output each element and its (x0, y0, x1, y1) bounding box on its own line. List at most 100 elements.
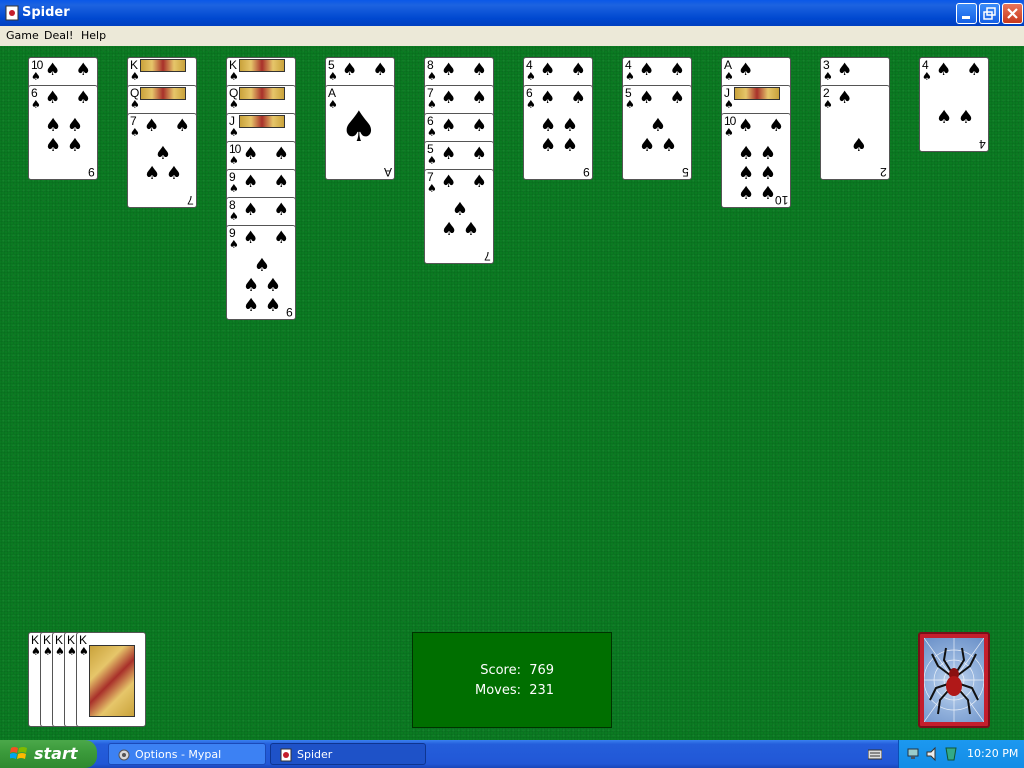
face-card-art (239, 59, 285, 72)
pip-row: ♠ ♠ (441, 144, 492, 164)
pip-row: ♠ ♠ (540, 60, 591, 80)
pip-row: ♠ (738, 60, 759, 80)
card-rank-bottom: 9 (583, 165, 590, 179)
close-button[interactable] (1002, 3, 1023, 24)
spade-icon: ♠ (526, 70, 536, 83)
menu-help[interactable]: Help (81, 29, 106, 42)
stock-deck[interactable] (918, 632, 990, 728)
spade-icon: ♠ (229, 182, 239, 195)
spade-icon: ♠ (625, 98, 635, 111)
spade-icon: ♠ (31, 70, 41, 83)
security-icon[interactable] (943, 746, 959, 762)
tableau-card[interactable]: 6 ♠ ♠ ♠ ♠ ♠ ♠ ♠ 9 (28, 85, 98, 180)
gear-icon (118, 749, 130, 761)
windows-logo-icon (10, 747, 27, 759)
taskbar: start Options - Mypal Spider 10:20 PM (0, 740, 1024, 768)
card-rank-bottom: 10 (774, 193, 788, 207)
spider-app-icon (5, 5, 19, 21)
pip-row: ♠ ♠ (243, 200, 294, 220)
card-pips: ♠ ♠ ♠ ♠ ♠ (243, 255, 281, 316)
pip-row: ♠ ♠ (243, 172, 294, 192)
task-spider[interactable]: Spider (270, 743, 426, 765)
window-title: Spider (22, 5, 70, 20)
task-label: Options - Mypal (135, 748, 222, 761)
tableau-card[interactable]: 7 ♠ ♠ ♠ ♠ ♠ ♠ 7 (127, 113, 197, 208)
spade-icon: ♠ (724, 126, 734, 139)
start-button[interactable]: start (0, 740, 97, 768)
network-icon[interactable] (907, 746, 923, 762)
spade-icon: ♠ (31, 98, 41, 111)
tableau-card[interactable]: 7 ♠ ♠ ♠ ♠ ♠ ♠ 7 (424, 169, 494, 264)
face-card-art (239, 87, 285, 100)
tableau-card[interactable]: 2 ♠ ♠ ♠ 2 (820, 85, 890, 180)
moves-value: 231 (529, 683, 555, 698)
title-bar[interactable]: Spider (0, 0, 1024, 26)
spade-icon: ♠ (229, 210, 239, 223)
score-line: Score: 769 (463, 663, 554, 678)
spade-icon: ♠ (229, 98, 239, 111)
king-face-art (89, 645, 135, 717)
tableau-card[interactable]: 5 ♠ ♠ ♠ ♠ ♠ ♠ 5 (622, 85, 692, 180)
spade-icon: ♠ (328, 70, 338, 83)
tableau-card[interactable]: 9 ♠ ♠ ♠ ♠ ♠ ♠ ♠ ♠ 9 (226, 225, 296, 320)
spade-icon: ♠ (427, 98, 437, 111)
pip-row: ♠ ♠ (243, 144, 294, 164)
face-card-art (239, 115, 285, 128)
tableau-card[interactable]: A ♠ ♠ A (325, 85, 395, 180)
pip-row: ♠ ♠ (639, 60, 690, 80)
tableau-card[interactable]: 6 ♠ ♠ ♠ ♠ ♠ ♠ ♠ 9 (523, 85, 593, 180)
score-value: 769 (529, 663, 555, 678)
moves-label: Moves: (474, 683, 521, 698)
pip-row: ♠ ♠ (441, 116, 492, 136)
menu-game[interactable]: Game (6, 29, 39, 42)
card-rank-bottom: 4 (979, 137, 986, 151)
clock: 10:20 PM (967, 747, 1019, 760)
spade-icon: ♠ (526, 98, 536, 111)
spade-icon: ♠ (724, 70, 734, 83)
volume-icon[interactable] (925, 746, 941, 762)
card-rank-bottom: 5 (682, 165, 689, 179)
spade-icon: ♠ (427, 126, 437, 139)
keyboard-icon[interactable] (868, 748, 882, 760)
card-rank-bottom: 9 (286, 305, 293, 319)
card-pips: ♠ ♠ ♠ ♠ (540, 115, 578, 156)
card-pips: ♠ ♠ ♠ (144, 143, 182, 184)
spade-icon: ♠ (130, 126, 140, 139)
card-rank-bottom: A (383, 165, 392, 179)
tableau-card[interactable]: 4 ♠ ♠ ♠ ♠ ♠ 4 (919, 57, 989, 152)
spider-icon (923, 637, 985, 723)
score-label: Score: (480, 663, 521, 678)
close-icon (1007, 8, 1018, 19)
pip-row: ♠ (837, 88, 858, 108)
spade-icon: ♠ (823, 98, 833, 111)
tableau-card[interactable]: 10 ♠ ♠ ♠ ♠ ♠ ♠ ♠ ♠ ♠ 10 (721, 113, 791, 208)
task-options-mypal[interactable]: Options - Mypal (108, 743, 266, 765)
spade-icon: ♠ (229, 126, 239, 139)
start-label: start (34, 744, 78, 763)
spade-icon: ♠ (427, 182, 437, 195)
score-panel: Score: 769 Moves: 231 (412, 632, 612, 728)
pip-row: ♠ ♠ (45, 60, 96, 80)
face-card-art (734, 87, 780, 100)
spade-icon: ♠ (328, 98, 338, 111)
card-pips: ♠ ♠ (936, 107, 974, 128)
minimize-button[interactable] (956, 3, 977, 24)
ace-spade-icon: ♠ (340, 102, 378, 151)
pip-row: ♠ ♠ (441, 60, 492, 80)
restore-icon (983, 7, 996, 20)
card-rank-bottom: 2 (880, 165, 887, 179)
menu-bar: Game Deal! Help (0, 26, 1024, 46)
spade-icon: ♠ (229, 70, 239, 83)
pip-row: ♠ ♠ (936, 60, 987, 80)
completed-king-card: K ♠ (76, 632, 146, 727)
spider-web-card-back (923, 637, 985, 723)
spade-icon: ♠ (625, 70, 635, 83)
face-card-art (140, 59, 186, 72)
card-pips: ♠ ♠ ♠ (441, 199, 479, 240)
restore-button[interactable] (979, 3, 1000, 24)
menu-deal[interactable]: Deal! (44, 29, 73, 42)
card-rank-bottom: 7 (484, 249, 491, 263)
card-rank-bottom: 7 (187, 193, 194, 207)
spider-app-icon (280, 748, 292, 762)
spade-icon: ♠ (130, 70, 140, 83)
